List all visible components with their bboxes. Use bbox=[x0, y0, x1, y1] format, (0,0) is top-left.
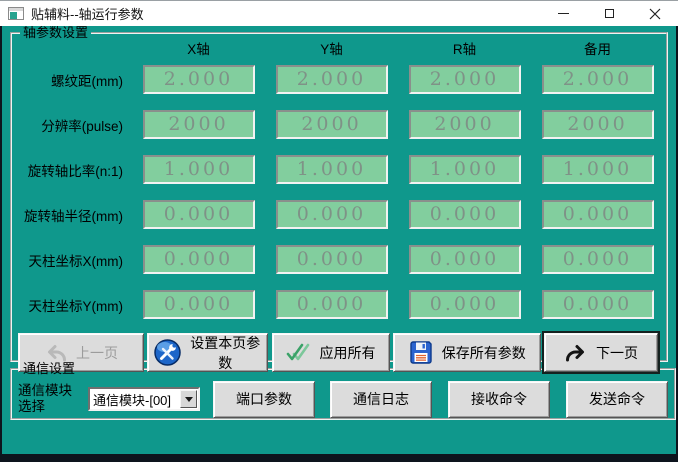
window-title: 贴辅料--轴运行参数 bbox=[31, 4, 144, 23]
field-screw-pitch-x[interactable]: 2.000 bbox=[143, 65, 255, 94]
screenshot-root: 贴辅料--轴运行参数 轴参数设置 X轴 Y轴 R轴 bbox=[0, 0, 678, 462]
app-icon bbox=[8, 7, 24, 20]
apply-all-label: 应用所有 bbox=[320, 343, 376, 363]
set-page-params-label: 设置本页参数 bbox=[189, 333, 261, 373]
field-pillar-x-y[interactable]: 0.000 bbox=[276, 245, 388, 274]
close-icon bbox=[649, 8, 661, 20]
column-header-r-axis: R轴 bbox=[398, 38, 531, 58]
field-rotation-radius-y[interactable]: 0.000 bbox=[276, 200, 388, 229]
close-button[interactable] bbox=[632, 1, 678, 26]
next-page-button[interactable]: 下一页 bbox=[544, 333, 658, 372]
field-rotation-radius-r[interactable]: 0.000 bbox=[409, 200, 521, 229]
port-params-button[interactable]: 端口参数 bbox=[213, 381, 315, 418]
field-rotation-ratio-x[interactable]: 1.000 bbox=[143, 155, 255, 184]
field-pillar-x-spare[interactable]: 0.000 bbox=[542, 245, 654, 274]
field-rotation-radius-x[interactable]: 0.000 bbox=[143, 200, 255, 229]
app-icon-titlebar bbox=[9, 8, 23, 11]
field-rotation-ratio-r[interactable]: 1.000 bbox=[409, 155, 521, 184]
window-body: 轴参数设置 X轴 Y轴 R轴 备用 螺纹距(mm) 2.000 2.000 2.… bbox=[2, 26, 676, 454]
field-pillar-y-spare[interactable]: 0.000 bbox=[542, 290, 654, 319]
apply-all-button[interactable]: 应用所有 bbox=[272, 333, 390, 372]
field-pillar-x-r[interactable]: 0.000 bbox=[409, 245, 521, 274]
field-resolution-y[interactable]: 2000 bbox=[276, 110, 388, 139]
field-rotation-ratio-spare[interactable]: 1.000 bbox=[542, 155, 654, 184]
window-bottom-edge bbox=[0, 454, 678, 462]
window-controls bbox=[540, 1, 678, 26]
comm-log-button[interactable]: 通信日志 bbox=[330, 381, 432, 418]
comm-panel-legend: 通信设置 bbox=[20, 362, 78, 375]
field-pillar-x-x[interactable]: 0.000 bbox=[143, 245, 255, 274]
row-label-rotation-ratio: 旋转轴比率(n:1) bbox=[28, 160, 132, 180]
field-screw-pitch-y[interactable]: 2.000 bbox=[276, 65, 388, 94]
comm-module-selected-value: 通信模块-[00] bbox=[90, 390, 180, 409]
row-label-rotation-radius: 旋转轴半径(mm) bbox=[24, 205, 132, 225]
column-header-spare: 备用 bbox=[531, 38, 664, 58]
axis-button-row: 上一页 设置本页参数 bbox=[18, 333, 660, 372]
row-label-pillar-coord-y: 天柱坐标Y(mm) bbox=[29, 295, 133, 315]
tools-icon bbox=[154, 339, 181, 366]
set-page-params-button[interactable]: 设置本页参数 bbox=[147, 333, 268, 372]
floppy-disk-icon bbox=[408, 340, 434, 366]
save-all-params-button[interactable]: 保存所有参数 bbox=[393, 333, 541, 372]
maximize-icon bbox=[605, 9, 614, 18]
comm-module-dropdown[interactable]: 通信模块-[00] bbox=[88, 387, 200, 411]
receive-command-button[interactable]: 接收命令 bbox=[448, 381, 550, 418]
comm-row: 通信模块选择 通信模块-[00] 端口参数 通信日志 接收命令 发送命令 bbox=[18, 379, 668, 419]
field-pillar-y-y[interactable]: 0.000 bbox=[276, 290, 388, 319]
maximize-button[interactable] bbox=[586, 1, 632, 26]
titlebar: 贴辅料--轴运行参数 bbox=[0, 0, 678, 26]
prev-page-label: 上一页 bbox=[76, 343, 118, 363]
column-header-y-axis: Y轴 bbox=[265, 38, 398, 58]
save-all-params-label: 保存所有参数 bbox=[442, 343, 526, 363]
double-check-icon bbox=[286, 342, 312, 364]
minimize-button[interactable] bbox=[540, 1, 586, 26]
field-screw-pitch-spare[interactable]: 2.000 bbox=[542, 65, 654, 94]
chevron-down-icon bbox=[185, 397, 193, 402]
field-pillar-y-r[interactable]: 0.000 bbox=[409, 290, 521, 319]
field-rotation-radius-spare[interactable]: 0.000 bbox=[542, 200, 654, 229]
row-label-pillar-coord-x: 天柱坐标X(mm) bbox=[29, 250, 133, 270]
axis-params-panel: 轴参数设置 X轴 Y轴 R轴 备用 螺纹距(mm) 2.000 2.000 2.… bbox=[10, 26, 668, 362]
row-label-screw-pitch: 螺纹距(mm) bbox=[51, 70, 132, 90]
axis-panel-legend: 轴参数设置 bbox=[20, 26, 91, 39]
redo-arrow-icon bbox=[564, 342, 588, 364]
row-label-resolution: 分辨率(pulse) bbox=[41, 115, 132, 135]
axis-params-grid: X轴 Y轴 R轴 备用 螺纹距(mm) 2.000 2.000 2.000 2.… bbox=[14, 39, 664, 327]
minimize-icon bbox=[558, 13, 569, 14]
comm-module-select-label: 通信模块选择 bbox=[18, 383, 76, 415]
column-header-x-axis: X轴 bbox=[132, 38, 265, 58]
send-command-button[interactable]: 发送命令 bbox=[566, 381, 668, 418]
field-screw-pitch-r[interactable]: 2.000 bbox=[409, 65, 521, 94]
next-page-label: 下一页 bbox=[596, 343, 638, 363]
field-resolution-x[interactable]: 2000 bbox=[143, 110, 255, 139]
dropdown-arrow-button[interactable] bbox=[180, 390, 197, 408]
field-rotation-ratio-y[interactable]: 1.000 bbox=[276, 155, 388, 184]
app-icon-pane bbox=[10, 12, 17, 19]
field-resolution-spare[interactable]: 2000 bbox=[542, 110, 654, 139]
field-pillar-y-x[interactable]: 0.000 bbox=[143, 290, 255, 319]
field-resolution-r[interactable]: 2000 bbox=[409, 110, 521, 139]
